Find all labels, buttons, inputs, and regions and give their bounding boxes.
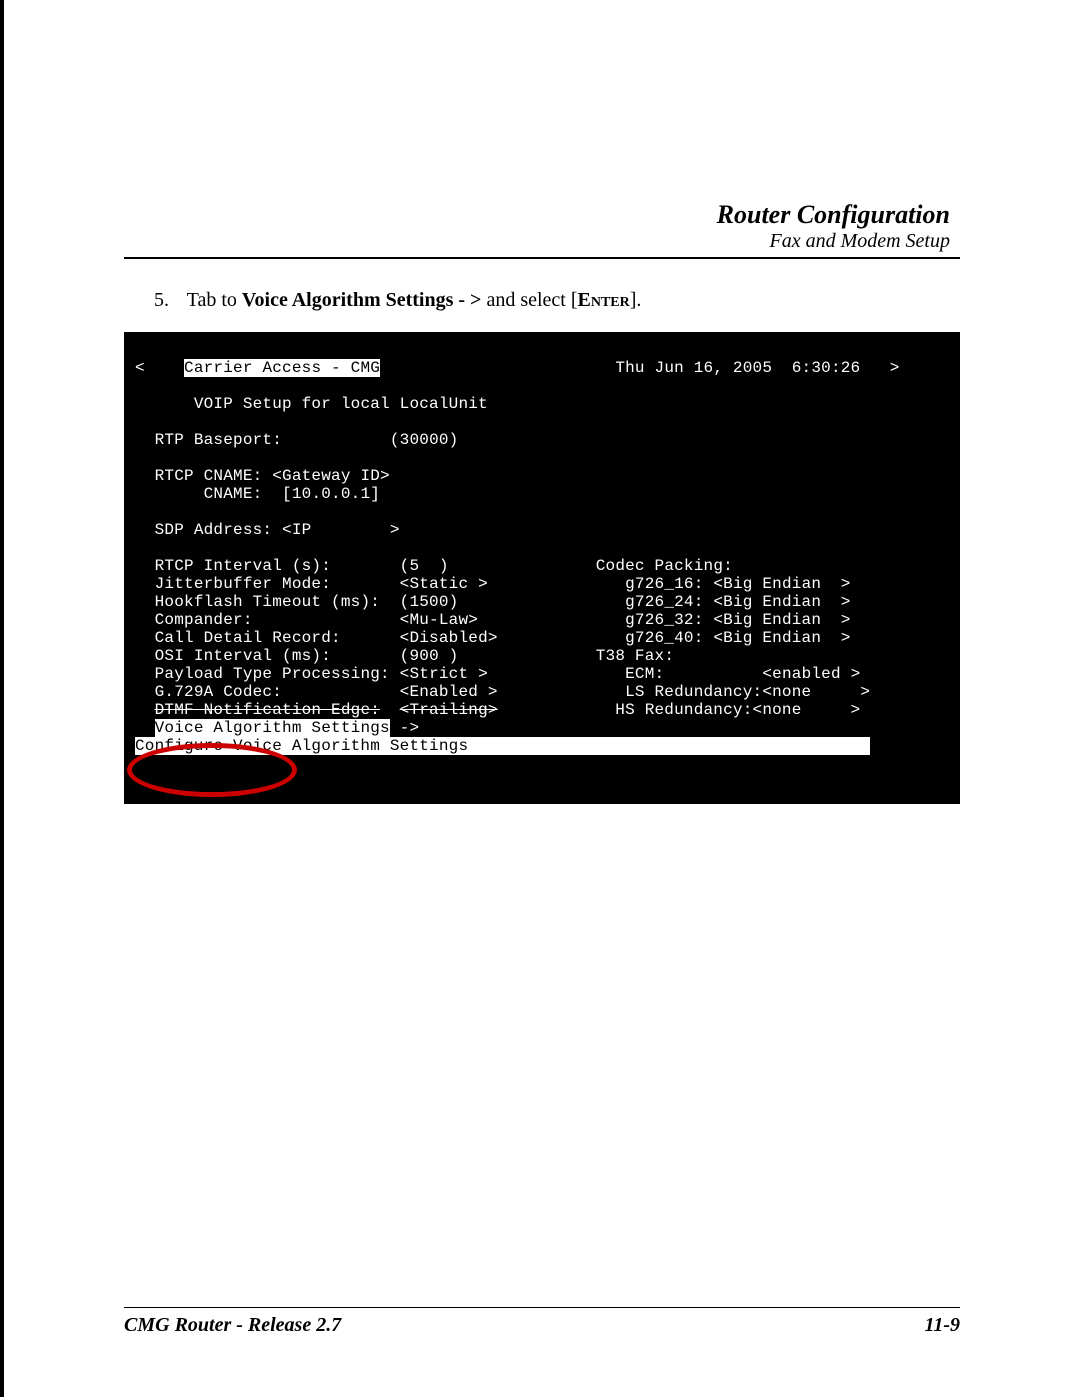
terminal-helpbar-pad bbox=[468, 737, 870, 755]
footer-left: CMG Router - Release 2.7 bbox=[124, 1314, 341, 1337]
left-col-1-val: <Static > bbox=[400, 575, 488, 593]
right-col-1-val: <Big Endian > bbox=[713, 593, 850, 611]
term-top-left-arrow: < bbox=[135, 359, 145, 377]
instruction-step: 5. Tab to Voice Algorithm Settings - > a… bbox=[154, 289, 960, 312]
left-col-7-label: G.729A Codec: bbox=[155, 683, 282, 701]
right-col-1-label: g726_24: bbox=[625, 593, 703, 611]
right-col-3-val: <Big Endian > bbox=[713, 629, 850, 647]
left-col-6-val: <Strict > bbox=[400, 665, 488, 683]
voice-algo-arrow: -> bbox=[390, 719, 419, 737]
left-col-6-label: Payload Type Processing: bbox=[155, 665, 390, 683]
left-col-4-label: Call Detail Record: bbox=[155, 629, 341, 647]
sdp-address: SDP Address: <IP > bbox=[155, 521, 400, 539]
step-bold: Voice Algorithm Settings - > bbox=[242, 289, 482, 311]
term-top-right-arrow: > bbox=[890, 359, 900, 377]
terminal-screenshot: < Carrier Access - CMG Thu Jun 16, 2005 … bbox=[124, 332, 960, 804]
left-col-3-val: <Mu-Law> bbox=[400, 611, 478, 629]
right-col-0-val: <Big Endian > bbox=[713, 575, 850, 593]
terminal-subtitle: VOIP Setup for local LocalUnit bbox=[194, 395, 488, 413]
section-title: Router Configuration bbox=[124, 200, 950, 230]
section-subtitle: Fax and Modem Setup bbox=[124, 230, 950, 253]
left-col-3-label: Compander: bbox=[155, 611, 253, 629]
t38-2-label: HS Redundancy: bbox=[615, 701, 752, 719]
left-col-0-label: RTCP Interval (s): bbox=[155, 557, 331, 575]
header-rule bbox=[124, 257, 960, 259]
step-suffix: ]. bbox=[630, 289, 642, 311]
step-prefix: Tab to bbox=[187, 289, 242, 311]
footer-right: 11-9 bbox=[924, 1314, 960, 1337]
document-page: Router Configuration Fax and Modem Setup… bbox=[0, 0, 1080, 1397]
left-col-2-val: (1500) bbox=[400, 593, 459, 611]
left-col-0-val: (5 ) bbox=[400, 557, 449, 575]
t38-1-val: <none > bbox=[762, 683, 870, 701]
left-col-5-val: (900 ) bbox=[400, 647, 459, 665]
dtmf-val: <Trailing> bbox=[400, 701, 498, 719]
t38-0-val: <enabled > bbox=[762, 665, 860, 683]
terminal-title: Carrier Access - CMG bbox=[184, 359, 380, 377]
left-col-2-label: Hookflash Timeout (ms): bbox=[155, 593, 380, 611]
rtp-baseport-label: RTP Baseport: bbox=[155, 431, 282, 449]
step-enter-key: Enter bbox=[578, 289, 630, 311]
terminal-columns: RTCP Interval (s): (5 ) Codec Packing: J… bbox=[135, 557, 870, 737]
left-col-5-label: OSI Interval (ms): bbox=[155, 647, 331, 665]
left-col-7-val: <Enabled > bbox=[400, 683, 498, 701]
rtcp-cname-label: RTCP CNAME: <Gateway ID> bbox=[155, 467, 390, 485]
right-col-2-val: <Big Endian > bbox=[713, 611, 850, 629]
step-number: 5. bbox=[154, 289, 182, 312]
t38-0-label: ECM: bbox=[625, 665, 664, 683]
right-col-3-label: g726_40: bbox=[625, 629, 703, 647]
page-footer: CMG Router - Release 2.7 11-9 bbox=[124, 1307, 960, 1337]
left-col-4-val: <Disabled> bbox=[400, 629, 498, 647]
t38-2-val: <none > bbox=[753, 701, 861, 719]
left-col-1-label: Jitterbuffer Mode: bbox=[155, 575, 331, 593]
dtmf-label: DTMF Notification Edge: bbox=[155, 701, 380, 719]
page-header: Router Configuration Fax and Modem Setup bbox=[124, 200, 950, 253]
t38-header: T38 Fax: bbox=[596, 647, 674, 665]
codec-packing-header: Codec Packing: bbox=[596, 557, 733, 575]
right-col-0-label: g726_16: bbox=[625, 575, 703, 593]
rtp-baseport-value: (30000) bbox=[390, 431, 459, 449]
voice-algo-selected: Voice Algorithm Settings bbox=[155, 719, 390, 737]
terminal-datetime: Thu Jun 16, 2005 6:30:26 bbox=[615, 359, 860, 377]
right-col-2-label: g726_32: bbox=[625, 611, 703, 629]
cname-value: CNAME: [10.0.0.1] bbox=[204, 485, 380, 503]
step-middle: and select [ bbox=[481, 289, 577, 311]
terminal-helpbar: Configure Voice Algorithm Settings bbox=[135, 737, 468, 755]
t38-1-label: LS Redundancy: bbox=[625, 683, 762, 701]
